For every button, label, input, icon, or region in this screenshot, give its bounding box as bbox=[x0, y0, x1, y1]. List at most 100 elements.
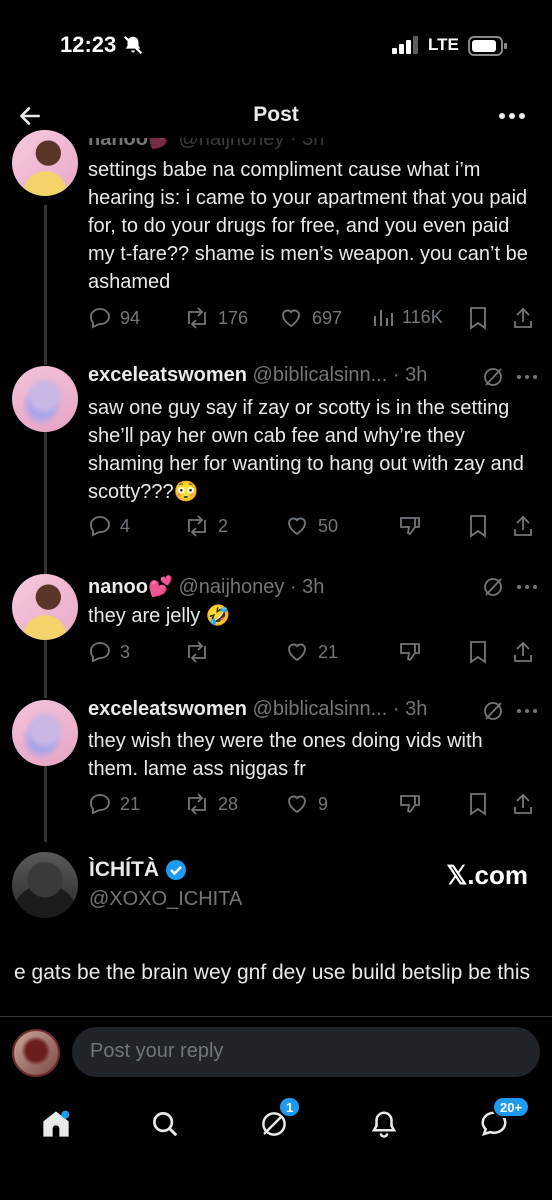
share-button[interactable] bbox=[512, 514, 534, 538]
repost-icon bbox=[188, 793, 206, 815]
avatar[interactable] bbox=[12, 700, 78, 766]
tab-notifications[interactable] bbox=[362, 1102, 406, 1146]
home-icon bbox=[43, 1110, 70, 1137]
more-horizontal-icon[interactable] bbox=[516, 708, 538, 714]
views-button[interactable]: 116K bbox=[372, 306, 443, 328]
share-button[interactable] bbox=[512, 306, 534, 330]
tweet-text: e gats be the brain wey gnf dey use buil… bbox=[14, 961, 530, 984]
like-count: 50 bbox=[318, 515, 339, 536]
like-button[interactable]: 50 bbox=[284, 514, 338, 538]
like-button[interactable]: 697 bbox=[278, 306, 342, 330]
more-horizontal-icon[interactable] bbox=[516, 584, 538, 590]
share-icon bbox=[514, 515, 532, 536]
tweet-header: nanoo💕 @naijhoney · 3h bbox=[88, 574, 324, 599]
reply-count: 4 bbox=[120, 515, 131, 536]
signal-icon bbox=[392, 36, 420, 59]
tweet-text: saw one guy say if zay or scotty is in t… bbox=[88, 397, 524, 503]
tweet-header: exceleatswomen @biblicalsinn... · 3h bbox=[88, 364, 427, 387]
status-bar: 12:23 LTE bbox=[0, 0, 552, 90]
like-button[interactable]: 9 bbox=[284, 792, 328, 816]
repost-icon bbox=[188, 641, 206, 663]
tweet-text: they wish they were the ones doing vids … bbox=[88, 730, 483, 780]
tweet-actions: 94 176 697 116K bbox=[88, 306, 538, 334]
repost-count: 28 bbox=[218, 793, 239, 814]
dislike-button[interactable] bbox=[398, 514, 422, 538]
repost-button[interactable]: 176 bbox=[184, 306, 248, 330]
reply-count: 21 bbox=[120, 793, 141, 814]
notification-badge: 1 bbox=[278, 1096, 302, 1118]
status-time: 12:23 bbox=[60, 32, 117, 57]
repost-button[interactable]: 28 bbox=[184, 792, 238, 816]
share-button[interactable] bbox=[512, 792, 534, 816]
grok-icon[interactable] bbox=[482, 366, 504, 388]
dislike-button[interactable] bbox=[398, 792, 422, 816]
author-handle[interactable]: @naijhoney · 3h bbox=[178, 576, 324, 598]
tab-messages[interactable]: 20+ bbox=[472, 1096, 531, 1146]
reply-button[interactable]: 21 bbox=[88, 792, 140, 816]
avatar[interactable] bbox=[12, 1029, 60, 1077]
reply-button[interactable]: 4 bbox=[88, 514, 130, 538]
avatar[interactable] bbox=[12, 130, 78, 196]
reply-button[interactable]: 94 bbox=[88, 306, 140, 330]
bell-muted-icon bbox=[122, 34, 144, 61]
tab-search[interactable] bbox=[143, 1102, 187, 1146]
thread-line bbox=[44, 205, 47, 365]
views-count: 116K bbox=[402, 306, 443, 327]
tab-home[interactable] bbox=[34, 1102, 78, 1146]
repost-button[interactable]: 2 bbox=[184, 514, 228, 538]
avatar[interactable] bbox=[12, 574, 78, 640]
reply-icon bbox=[90, 516, 110, 537]
bookmark-button[interactable] bbox=[468, 640, 488, 664]
thread-line bbox=[44, 766, 47, 842]
like-count: 21 bbox=[318, 641, 339, 662]
bookmark-button[interactable] bbox=[468, 792, 488, 816]
bookmark-icon bbox=[470, 641, 486, 664]
battery-icon bbox=[468, 36, 508, 61]
tweet-text: settings babe na compliment cause what i… bbox=[88, 159, 528, 293]
reply-input[interactable]: Post your reply bbox=[72, 1027, 540, 1077]
more-button[interactable] bbox=[494, 98, 530, 134]
reply-button[interactable]: 3 bbox=[88, 640, 130, 664]
reply-count: 3 bbox=[120, 641, 131, 662]
avatar[interactable] bbox=[12, 852, 78, 918]
repost-icon bbox=[188, 515, 206, 537]
thumbs-down-icon bbox=[400, 643, 420, 662]
share-icon bbox=[514, 307, 532, 328]
avatar[interactable] bbox=[12, 366, 78, 432]
thumbs-down-icon bbox=[400, 795, 420, 814]
reply-bar: Post your reply bbox=[0, 1016, 552, 1088]
reply-icon bbox=[90, 308, 110, 329]
author-handle[interactable]: @XOXO_ICHITA bbox=[89, 888, 242, 911]
author-handle[interactable]: @biblicalsinn... · 3h bbox=[253, 698, 428, 720]
author-name-text: ÌCHÍTÀ bbox=[89, 858, 159, 881]
like-button[interactable]: 21 bbox=[284, 640, 338, 664]
author-name[interactable]: ÌCHÍTÀ bbox=[89, 858, 187, 882]
tab-bar: 1 20+ bbox=[0, 1088, 552, 1200]
tab-grok[interactable]: 1 bbox=[252, 1096, 302, 1146]
author-handle[interactable]: @biblicalsinn... · 3h bbox=[253, 364, 428, 386]
repost-icon bbox=[188, 307, 206, 329]
share-button[interactable] bbox=[512, 640, 534, 664]
reply-icon bbox=[90, 794, 110, 815]
nav-bar: Post bbox=[0, 90, 552, 140]
author-name[interactable]: exceleatswomen bbox=[88, 698, 247, 720]
bookmark-button[interactable] bbox=[468, 514, 488, 538]
author-name[interactable]: exceleatswomen bbox=[88, 364, 247, 386]
grok-icon[interactable] bbox=[482, 700, 504, 722]
repost-button[interactable] bbox=[184, 640, 218, 664]
more-horizontal-icon[interactable] bbox=[516, 374, 538, 380]
dislike-button[interactable] bbox=[398, 640, 422, 664]
author-name[interactable]: nanoo💕 bbox=[88, 576, 173, 598]
bookmark-icon bbox=[470, 515, 486, 538]
grok-icon[interactable] bbox=[482, 576, 504, 598]
bookmark-icon bbox=[470, 307, 486, 330]
bell-icon bbox=[371, 1111, 397, 1138]
heart-icon bbox=[282, 309, 300, 328]
tweet-actions: 3 21 bbox=[88, 640, 538, 668]
tweet-text: they are jelly 🤣 bbox=[88, 605, 231, 627]
more-horizontal-icon bbox=[499, 113, 525, 119]
network-type: LTE bbox=[428, 35, 459, 54]
heart-icon bbox=[288, 517, 306, 536]
bookmark-button[interactable] bbox=[468, 306, 488, 330]
tweet-actions: 21 28 9 bbox=[88, 792, 538, 820]
